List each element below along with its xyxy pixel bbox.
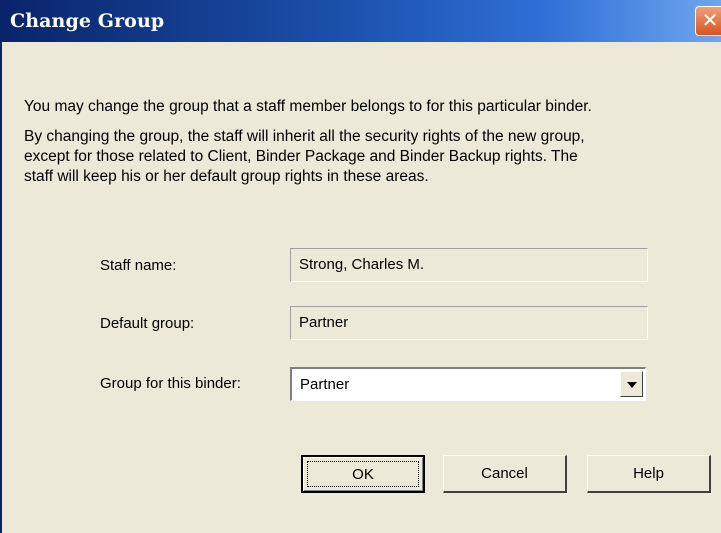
staff-name-value: Strong, Charles M. <box>299 256 425 273</box>
dialog-title: Change Group <box>10 10 165 32</box>
default-group-value: Partner <box>299 314 349 331</box>
focus-rectangle <box>307 461 419 487</box>
staff-name-field: Strong, Charles M. <box>290 248 648 282</box>
help-button[interactable]: Help <box>587 455 711 493</box>
explanation-line: By changing the group, the staff will in… <box>24 128 585 145</box>
binder-group-select[interactable]: Partner <box>290 367 646 401</box>
explanation-line: staff will keep his or her default group… <box>24 168 429 185</box>
explanation-line: except for those related to Client, Bind… <box>24 148 578 165</box>
close-icon: ✕ <box>701 8 719 32</box>
staff-name-label: Staff name: <box>100 257 177 274</box>
binder-group-label: Group for this binder: <box>100 375 241 392</box>
chevron-down-icon <box>627 382 637 388</box>
binder-group-value: Partner <box>300 376 350 393</box>
change-group-dialog: Change Group ✕ You may change the group … <box>0 0 721 533</box>
ok-button[interactable]: OK <box>301 455 425 493</box>
cancel-label: Cancel <box>481 465 528 482</box>
intro-text: You may change the group that a staff me… <box>24 98 592 115</box>
cancel-button[interactable]: Cancel <box>443 455 567 493</box>
default-group-label: Default group: <box>100 315 195 332</box>
title-bar[interactable]: Change Group ✕ <box>2 0 721 42</box>
close-button[interactable]: ✕ <box>695 6 721 36</box>
explanation-text: By changing the group, the staff will in… <box>24 127 714 187</box>
dropdown-button[interactable] <box>620 371 643 397</box>
help-label: Help <box>633 465 664 482</box>
default-group-field: Partner <box>290 306 648 340</box>
